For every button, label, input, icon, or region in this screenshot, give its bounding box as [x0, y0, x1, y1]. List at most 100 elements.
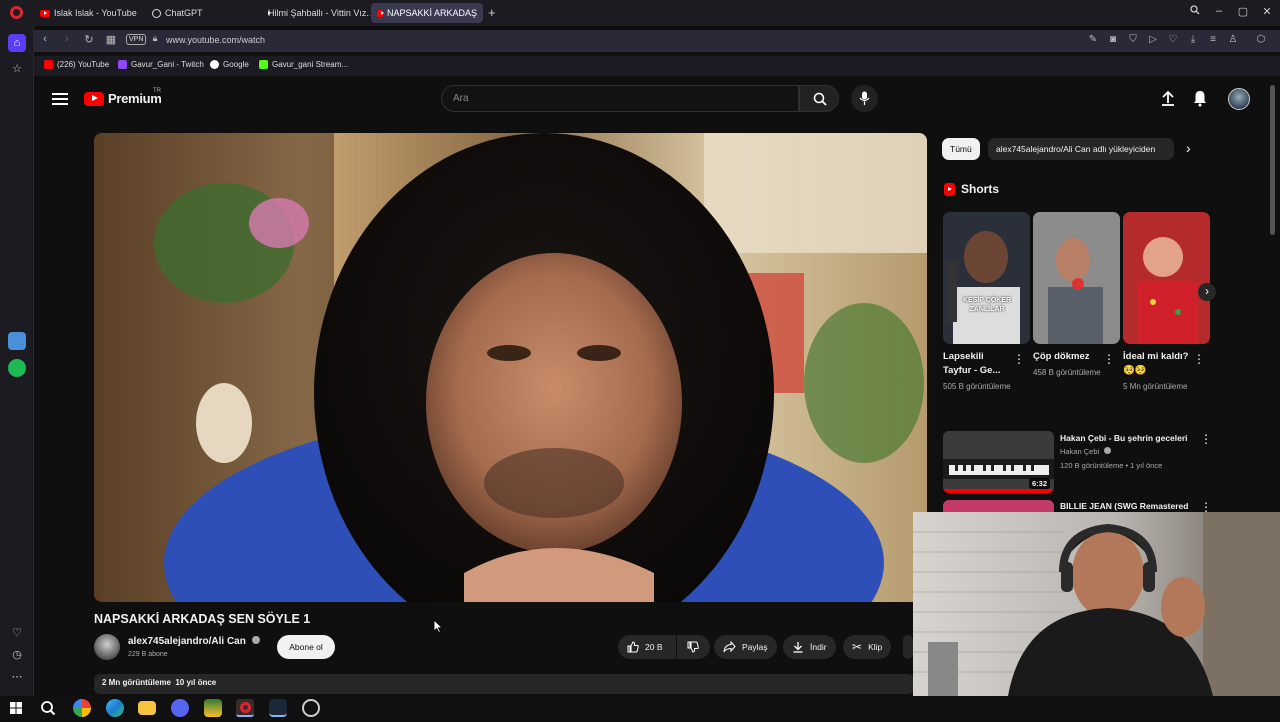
- bookmark-google[interactable]: Google: [210, 60, 249, 69]
- download-button[interactable]: İndir: [783, 635, 836, 659]
- short-more-icon[interactable]: ⋮: [1193, 352, 1205, 366]
- channel-avatar[interactable]: [94, 634, 120, 660]
- google-icon: [210, 60, 219, 69]
- star-icon[interactable]: ☆: [8, 60, 26, 78]
- back-icon[interactable]: ‹: [38, 33, 52, 45]
- share-button[interactable]: Paylaş: [714, 635, 777, 659]
- short-title-2[interactable]: Çöp dökmez: [1033, 350, 1103, 364]
- chatgpt-icon: [152, 8, 161, 18]
- steam-icon[interactable]: [269, 699, 287, 717]
- profile-icon[interactable]: ♙: [1226, 34, 1240, 45]
- youtube-icon: [40, 9, 50, 17]
- heart-icon[interactable]: ♡: [8, 624, 26, 642]
- minimize-icon[interactable]: –: [1211, 5, 1227, 17]
- like-button[interactable]: 20 B: [618, 635, 676, 659]
- more-actions-button[interactable]: [903, 635, 913, 659]
- bookmark-kick[interactable]: Gavur_gani Stream...: [259, 60, 348, 69]
- more-icon[interactable]: ⋯: [8, 668, 26, 686]
- app-icon[interactable]: [204, 699, 222, 717]
- short-views-3: 5 Mn görüntüleme: [1123, 382, 1188, 391]
- app-store-icon[interactable]: [8, 332, 26, 350]
- short-title-1[interactable]: Lapsekili Tayfur - Ge...: [943, 350, 1013, 378]
- rec-thumbnail-1[interactable]: 6:32: [943, 431, 1054, 493]
- short-more-icon[interactable]: ⋮: [1013, 352, 1025, 366]
- play-icon[interactable]: ▷: [1146, 34, 1160, 45]
- vpn-badge[interactable]: VPN: [126, 34, 147, 45]
- short-views-2: 458 B görüntüleme: [1033, 368, 1101, 377]
- tab-napsakki-active[interactable]: NAPSAKKİ ARKADAŞ: [371, 3, 483, 23]
- rec-title-2[interactable]: BILLIE JEAN (SWG Remastered: [1060, 501, 1188, 511]
- heart-icon[interactable]: ♡: [1166, 34, 1180, 45]
- spotify-icon[interactable]: [8, 359, 26, 377]
- hamburger-menu-icon[interactable]: [52, 90, 68, 106]
- subscribe-button[interactable]: Abone ol: [277, 635, 335, 659]
- voice-search-button[interactable]: [851, 85, 878, 112]
- close-window-icon[interactable]: ✕: [1259, 5, 1275, 18]
- rec-title-1[interactable]: Hakan Çebi - Bu şehrin geceleri: [1060, 433, 1188, 443]
- country-code: TR: [153, 88, 161, 94]
- page-scrollbar[interactable]: [1270, 85, 1275, 235]
- search-tabs-icon[interactable]: [1187, 5, 1203, 18]
- upload-icon[interactable]: [1159, 89, 1177, 107]
- clip-button[interactable]: ✂ Klip: [843, 635, 892, 659]
- chip-all[interactable]: Tümü: [942, 138, 980, 160]
- description-box[interactable]: 2 Mn görüntüleme 10 yıl önce: [94, 674, 914, 694]
- shield-icon[interactable]: ⛉: [1126, 34, 1140, 45]
- tab-chatgpt[interactable]: ChatGPT: [146, 3, 258, 23]
- rec-thumbnail-2[interactable]: [943, 500, 1054, 512]
- dislike-button[interactable]: [677, 635, 710, 659]
- search-input[interactable]: Ara: [441, 85, 799, 112]
- reload-icon[interactable]: ↻: [82, 33, 96, 46]
- home-icon[interactable]: ⌂: [8, 34, 26, 52]
- edit-icon[interactable]: ✎: [1086, 34, 1100, 45]
- thumbs-down-icon: [687, 641, 699, 653]
- short-thumbnail-3[interactable]: [1123, 212, 1210, 344]
- search-button[interactable]: [799, 85, 839, 112]
- short-thumbnail-1[interactable]: KESİP ÇÖKER ZANLILAR: [943, 212, 1030, 344]
- tabs-grid-icon[interactable]: ▦: [104, 33, 118, 46]
- mouse-cursor-icon: [433, 619, 443, 633]
- menu-icon[interactable]: ≡: [1206, 34, 1220, 45]
- taskbar-search-icon[interactable]: [39, 699, 57, 717]
- streamer-webcam-overlay: [913, 512, 1280, 696]
- windows-taskbar: [0, 696, 1280, 720]
- rec-channel-1[interactable]: Hakan Çebi: [1060, 447, 1112, 456]
- channel-name[interactable]: alex745alejandro/Ali Can: [128, 636, 260, 647]
- youtube-icon: [44, 60, 53, 69]
- extension-icon[interactable]: ⬡: [1254, 34, 1268, 45]
- edge-icon[interactable]: [106, 699, 124, 717]
- windows-start-icon[interactable]: [7, 699, 25, 717]
- camera-icon[interactable]: ◙: [1106, 34, 1120, 45]
- discord-icon[interactable]: [171, 699, 189, 717]
- opera-taskbar-icon[interactable]: [236, 699, 254, 717]
- short-title-3[interactable]: İdeal mi kaldı? 🥺🥺: [1123, 350, 1193, 378]
- obs-icon[interactable]: [302, 699, 320, 717]
- file-explorer-icon[interactable]: [138, 701, 156, 715]
- share-arrow-icon: [723, 641, 736, 653]
- bookmark-twitch[interactable]: Gavur_Gani - Twitch: [118, 60, 204, 69]
- chips-next-chevron-icon[interactable]: ›: [1186, 140, 1191, 156]
- notifications-bell-icon[interactable]: [1191, 89, 1209, 107]
- tab-hilmi-sahballi[interactable]: Hilmi Şahballı - Vittin Vız...: [258, 3, 370, 23]
- chip-uploader[interactable]: alex745alejandro/Ali Can adlı yükleyicid…: [988, 138, 1174, 160]
- chrome-icon[interactable]: [73, 699, 91, 717]
- maximize-icon[interactable]: ▢: [1235, 5, 1251, 18]
- tab-islak-islak[interactable]: Islak Islak - YouTube: [34, 3, 146, 23]
- youtube-premium-logo[interactable]: Premium: [84, 91, 162, 106]
- shorts-next-chevron-icon[interactable]: ›: [1198, 283, 1216, 301]
- history-clock-icon[interactable]: ◷: [8, 646, 26, 664]
- short-more-icon[interactable]: ⋮: [1103, 352, 1115, 366]
- url-field[interactable]: www.youtube.com/watch: [166, 35, 265, 45]
- account-avatar[interactable]: [1228, 88, 1250, 110]
- short-thumbnail-2[interactable]: [1033, 212, 1120, 344]
- download-icon[interactable]: ⤓: [1186, 34, 1200, 45]
- lock-icon[interactable]: 🔒︎: [148, 33, 162, 44]
- forward-icon[interactable]: ›: [60, 33, 74, 45]
- video-player[interactable]: [94, 133, 927, 602]
- rec-more-icon[interactable]: ⋮: [1200, 432, 1212, 446]
- address-bar: ‹ › ↻ ▦ VPN 🔒︎ www.youtube.com/watch ✎ ◙…: [34, 30, 1280, 52]
- bookmark-youtube[interactable]: (226) YouTube: [44, 60, 109, 69]
- new-tab-plus-icon[interactable]: +: [488, 5, 496, 20]
- opera-logo-icon[interactable]: [10, 6, 23, 19]
- verified-check-icon: [1104, 447, 1112, 454]
